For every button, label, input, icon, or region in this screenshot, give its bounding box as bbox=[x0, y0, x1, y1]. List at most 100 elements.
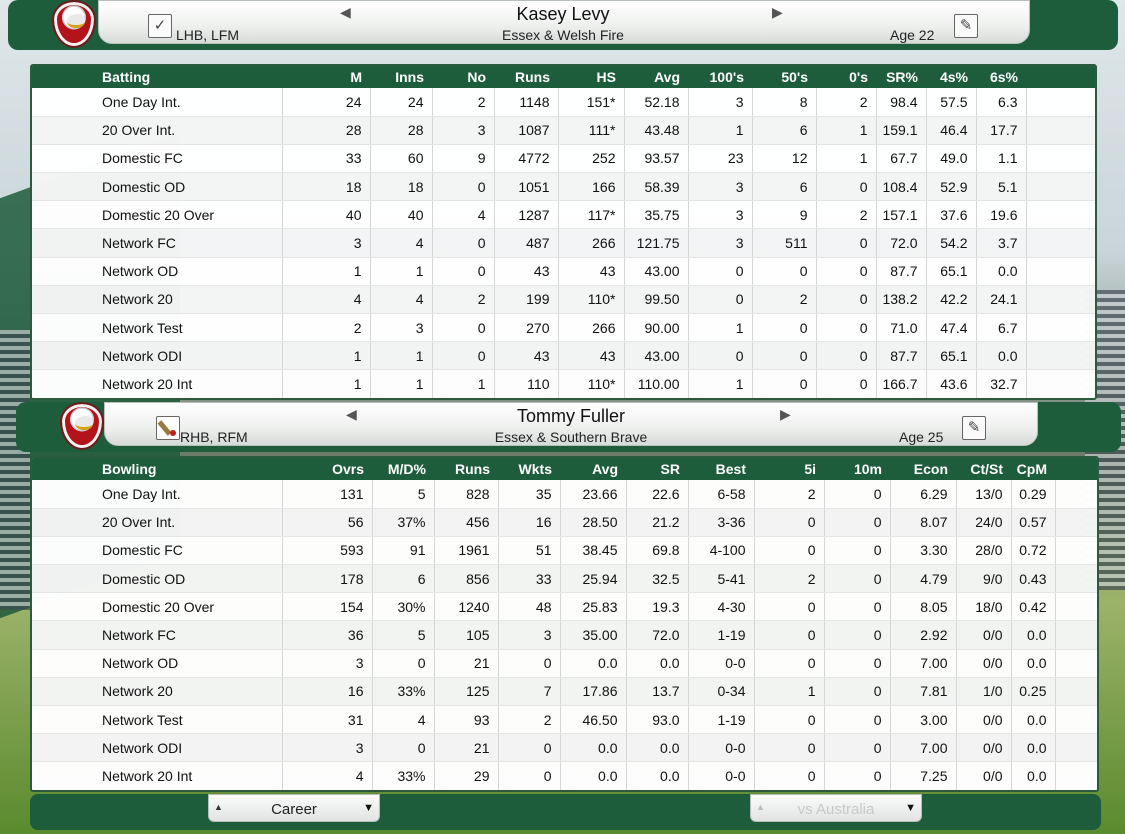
prev-player-arrow-icon[interactable]: ◀ bbox=[340, 4, 351, 21]
bowling-cell: 0.72 bbox=[1011, 536, 1056, 566]
bowling-cell: 0 bbox=[824, 480, 891, 509]
batting-column-header[interactable]: Avg bbox=[624, 66, 688, 88]
bowling-column-header[interactable]: 5i bbox=[754, 458, 824, 480]
batting-cell: 157.1 bbox=[876, 200, 927, 230]
batting-cell: 3.7 bbox=[976, 228, 1027, 258]
batting-column-header[interactable]: HS bbox=[558, 66, 624, 88]
bowling-cell: 46.50 bbox=[560, 705, 627, 735]
bowling-row-label: Network OD bbox=[32, 649, 283, 678]
period-selector-label: Career bbox=[271, 801, 317, 818]
selector-down-icon[interactable]: ▼ bbox=[363, 802, 374, 814]
batting-cell: 60 bbox=[370, 144, 433, 174]
batting-cell: 0 bbox=[752, 341, 817, 371]
edit-pencil-icon[interactable]: ✎ bbox=[954, 14, 978, 38]
bowling-cell: 0-0 bbox=[688, 649, 755, 678]
batting-row-label: Network ODI bbox=[32, 341, 283, 371]
bowling-cell: 0.0 bbox=[626, 649, 689, 678]
bowling-column-header[interactable]: CpM bbox=[1011, 458, 1055, 480]
bowling-cell: 37% bbox=[372, 508, 435, 537]
batting-table: Batting M Inns No Runs HS Avg 100's 50's 0's SR% 4s… bbox=[32, 66, 1095, 398]
bowling-column-header[interactable]: Wkts bbox=[498, 458, 560, 480]
bowling-cell: 0/0 bbox=[956, 733, 1012, 763]
bowling-cell: 0.0 bbox=[1011, 733, 1056, 763]
edit-pencil-icon[interactable]: ✎ bbox=[962, 416, 986, 440]
batting-cell: 0 bbox=[432, 228, 495, 258]
bowling-column-header[interactable]: M/D% bbox=[372, 458, 434, 480]
bottom-player-header: RHB, RFM ◀ Tommy Fuller Essex & Southern… bbox=[16, 402, 1121, 452]
batting-column-header[interactable]: 0's bbox=[816, 66, 876, 88]
bowling-cell: 0.43 bbox=[1011, 564, 1056, 594]
batting-column-header[interactable]: Runs bbox=[494, 66, 558, 88]
batting-row-label: 20 Over Int. bbox=[32, 116, 283, 145]
bowling-header-filler bbox=[1055, 458, 1097, 480]
bowling-cell: 0.0 bbox=[626, 761, 689, 790]
bowling-column-header[interactable]: 10m bbox=[824, 458, 890, 480]
period-selector[interactable]: ▲ Career ▼ bbox=[208, 794, 380, 822]
bowling-column-header[interactable]: Econ bbox=[890, 458, 956, 480]
batting-column-header[interactable]: SR% bbox=[876, 66, 926, 88]
team-crest-icon bbox=[60, 402, 104, 450]
batting-cell: 0 bbox=[816, 285, 877, 315]
top-player-age: Age 22 bbox=[890, 27, 935, 43]
bowling-column-header[interactable]: Ct/St bbox=[956, 458, 1011, 480]
prev-player-arrow-icon[interactable]: ◀ bbox=[346, 406, 357, 423]
bowling-column-header[interactable]: Bowling bbox=[32, 458, 282, 480]
batting-header-filler bbox=[1026, 66, 1095, 88]
bowling-cell: 7.25 bbox=[890, 761, 957, 790]
batting-column-header[interactable]: Batting bbox=[32, 66, 282, 88]
batting-row-label: Network Test bbox=[32, 313, 283, 343]
batting-row-filler bbox=[1026, 313, 1095, 343]
batting-cell: 1 bbox=[688, 116, 753, 145]
bowling-column-header[interactable]: Runs bbox=[434, 458, 498, 480]
bowling-column-header[interactable]: SR bbox=[626, 458, 688, 480]
bowling-cell: 91 bbox=[372, 536, 435, 566]
batting-cell: 266 bbox=[558, 228, 625, 258]
bowling-cell: 0.0 bbox=[560, 649, 627, 678]
bowling-column-header[interactable]: Best bbox=[688, 458, 754, 480]
batting-column-header[interactable]: No bbox=[432, 66, 494, 88]
batting-row-filler bbox=[1026, 257, 1095, 286]
batting-cell: 0.0 bbox=[976, 257, 1027, 286]
batting-cell: 0 bbox=[816, 369, 877, 398]
batting-column-header[interactable]: Inns bbox=[370, 66, 432, 88]
next-player-arrow-icon[interactable]: ▶ bbox=[780, 406, 791, 423]
selector-down-icon[interactable]: ▼ bbox=[905, 802, 916, 814]
batting-column-header[interactable]: 4s% bbox=[926, 66, 976, 88]
bottom-player-name: Tommy Fuller bbox=[516, 406, 625, 426]
bowling-cell: 0.29 bbox=[1011, 480, 1056, 509]
batting-cell: 58.39 bbox=[624, 172, 689, 202]
bowling-cell: 7.00 bbox=[890, 649, 957, 678]
batting-cell: 1 bbox=[370, 257, 433, 286]
batting-cell: 52.18 bbox=[624, 88, 689, 117]
footer-bar: ▲ Career ▼ ▲ vs Australia ▼ bbox=[30, 794, 1101, 830]
batting-cell: 3 bbox=[282, 228, 371, 258]
bowling-row-label: Network 20 bbox=[32, 677, 283, 707]
batting-cell: 0 bbox=[816, 257, 877, 286]
bowling-column-header[interactable]: Ovrs bbox=[282, 458, 372, 480]
bowling-cell: 16 bbox=[282, 677, 373, 707]
opponent-selector[interactable]: ▲ vs Australia ▼ bbox=[750, 794, 922, 822]
bottom-player-team: Essex & Southern Brave bbox=[494, 429, 648, 445]
bowling-cell: 13/0 bbox=[956, 480, 1012, 509]
batting-column-header[interactable]: 6s% bbox=[976, 66, 1026, 88]
bowling-table-row: Domestic OD 178 6 856 33 25.94 32.5 5-41 2 0 4.79 9… bbox=[32, 564, 1097, 594]
bowling-cell: 0 bbox=[498, 733, 561, 763]
selector-up-icon[interactable]: ▲ bbox=[214, 802, 223, 812]
bowling-cell: 154 bbox=[282, 592, 373, 622]
batting-column-header[interactable]: M bbox=[282, 66, 370, 88]
bowling-cell: 1961 bbox=[434, 536, 499, 566]
batting-column-header[interactable]: 100's bbox=[688, 66, 752, 88]
batting-cell: 1 bbox=[432, 369, 495, 398]
batting-cell: 110 bbox=[494, 369, 559, 398]
bowling-cell: 0 bbox=[824, 620, 891, 650]
batting-column-header[interactable]: 50's bbox=[752, 66, 816, 88]
selector-up-icon[interactable]: ▲ bbox=[756, 802, 765, 812]
bowling-cell: 0.0 bbox=[1011, 649, 1056, 678]
batting-cell: 5.1 bbox=[976, 172, 1027, 202]
batting-cell: 43 bbox=[494, 341, 559, 371]
next-player-arrow-icon[interactable]: ▶ bbox=[772, 4, 783, 21]
bowling-cell: 0.42 bbox=[1011, 592, 1056, 622]
bowling-column-header[interactable]: Avg bbox=[560, 458, 626, 480]
bowling-cell: 93 bbox=[434, 705, 499, 735]
batting-row-label: Domestic FC bbox=[32, 144, 283, 174]
